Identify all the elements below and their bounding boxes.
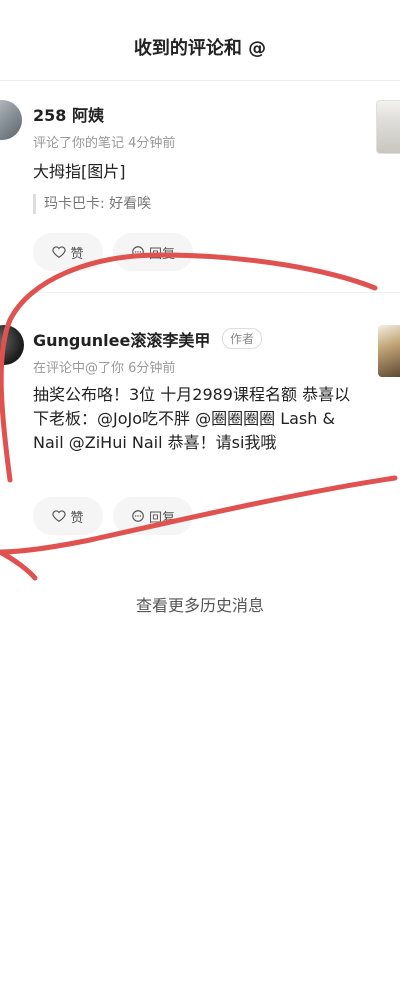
note-thumbnail[interactable]	[378, 325, 400, 377]
page-title: 收到的评论和 @	[133, 38, 267, 59]
comment-icon	[132, 246, 144, 258]
heart-icon	[52, 246, 67, 258]
commenter-name[interactable]: 258 阿姨	[33, 102, 104, 126]
like-label: 赞	[70, 510, 84, 526]
like-label: 赞	[70, 246, 84, 262]
avatar[interactable]	[0, 325, 24, 365]
reply-button[interactable]: 回复	[113, 233, 193, 271]
reply-label: 回复	[148, 510, 175, 526]
comment-content: 大拇指[图片]	[33, 162, 126, 181]
author-badge: 作者	[222, 328, 263, 349]
comment-meta: 评论了你的笔记 4分钟前	[33, 136, 176, 151]
reply-button[interactable]: 回复	[113, 497, 193, 535]
divider	[33, 292, 400, 293]
note-thumbnail[interactable]	[376, 100, 400, 154]
heart-icon	[52, 510, 67, 522]
view-more-history-link[interactable]: 查看更多历史消息	[0, 592, 400, 616]
reply-label: 回复	[148, 246, 175, 262]
avatar[interactable]	[0, 100, 22, 140]
comment-meta: 在评论中@了你 6分钟前	[33, 361, 176, 376]
commenter-name[interactable]: Gungunlee滚滚李美甲	[33, 327, 210, 351]
like-button[interactable]: 赞	[33, 497, 103, 535]
header: 收到的评论和 @	[0, 0, 400, 81]
like-button[interactable]: 赞	[33, 233, 103, 271]
quoted-comment: 玛卡巴卡: 好看唉	[33, 194, 151, 214]
comment-icon	[132, 510, 144, 522]
comment-content: 抽奖公布咯！3位 十月2989课程名额 恭喜以下老板：@JoJo吃不胖 @圈圈圈…	[33, 385, 351, 452]
